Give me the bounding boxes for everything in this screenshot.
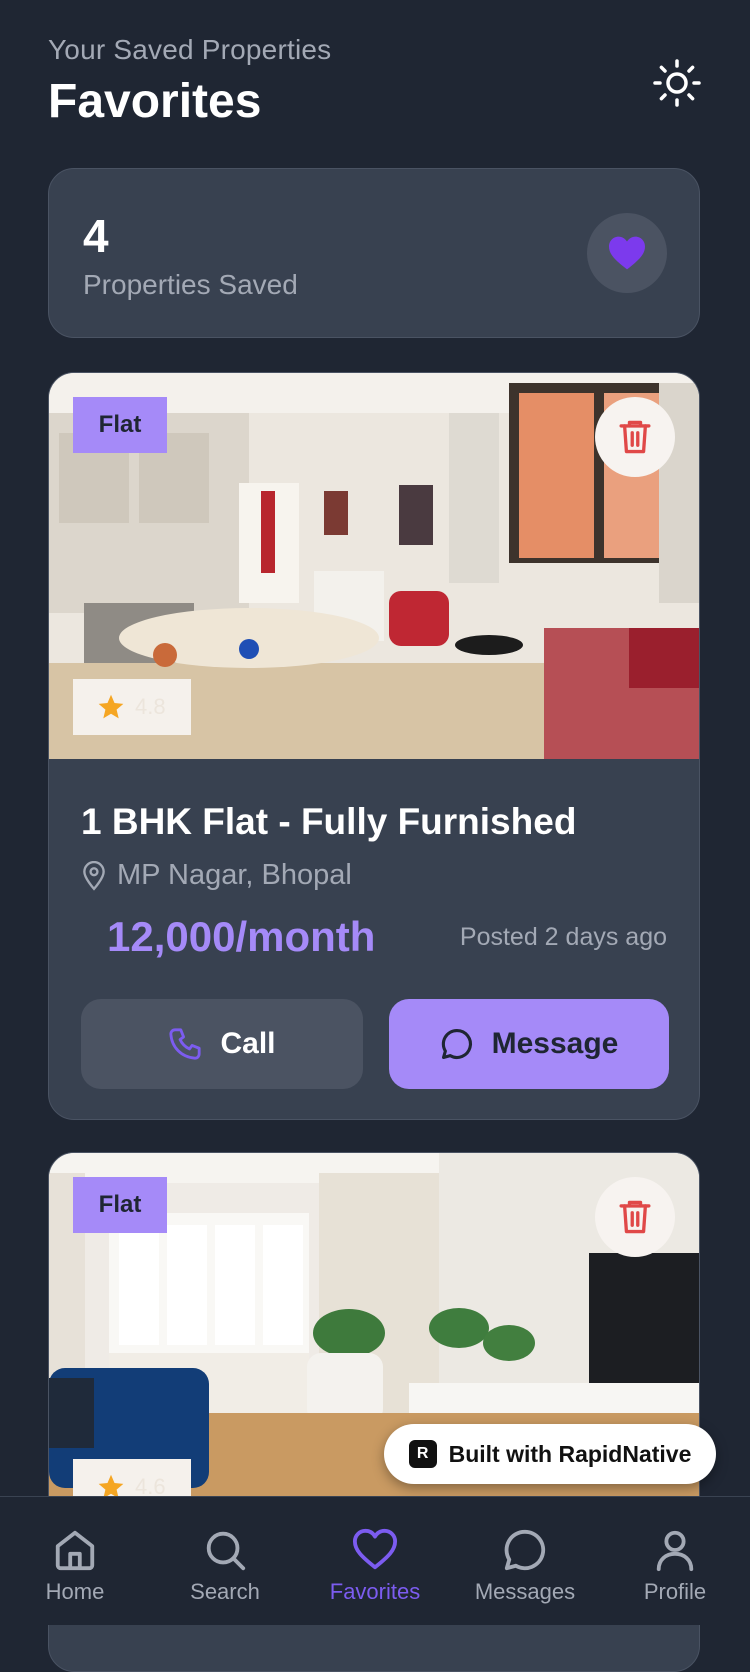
trash-icon — [619, 420, 651, 454]
property-photo[interactable]: Flat 4.8 — [49, 373, 699, 759]
saved-count: 4 — [83, 210, 109, 262]
delete-favorite-button[interactable] — [595, 397, 675, 477]
property-title: 1 BHK Flat - Fully Furnished — [81, 801, 577, 842]
property-type-tag: Flat — [73, 397, 167, 453]
tab-profile[interactable]: Profile — [615, 1527, 735, 1605]
built-with-label: Built with RapidNative — [448, 1440, 692, 1467]
tab-favorites[interactable]: Favorites — [315, 1527, 435, 1605]
summary-heart-badge — [587, 213, 667, 293]
message-icon — [504, 1529, 546, 1571]
header: Your Saved Properties Favorites — [48, 34, 702, 129]
page-subtitle: Your Saved Properties — [48, 34, 332, 65]
rapidnative-logo-icon: R — [408, 1440, 437, 1468]
property-price: 12,000/month — [107, 913, 376, 960]
saved-count-label: Properties Saved — [83, 269, 298, 300]
message-button[interactable]: Message — [389, 999, 669, 1089]
property-card[interactable]: Flat 4.8 1 BHK Flat - Fully Furnished MP… — [48, 372, 700, 1120]
user-icon — [656, 1530, 694, 1572]
rating-value: 4.8 — [135, 694, 166, 719]
home-icon — [55, 1530, 95, 1571]
message-icon — [441, 1028, 472, 1060]
heart-icon — [609, 236, 645, 270]
tab-label: Favorites — [329, 1579, 421, 1604]
star-icon — [98, 694, 124, 719]
bottom-tab-bar: Home Search Favorites Messages Profile — [0, 1496, 750, 1625]
delete-favorite-button[interactable] — [595, 1177, 675, 1257]
page-title: Favorites — [48, 75, 262, 128]
trash-icon — [619, 1200, 651, 1234]
property-location: MP Nagar, Bhopal — [81, 859, 352, 892]
tab-label: Profile — [643, 1579, 707, 1604]
tab-search[interactable]: Search — [165, 1527, 285, 1605]
message-button-label: Message — [491, 1027, 619, 1060]
sun-icon — [653, 59, 701, 107]
tab-label: Search — [190, 1579, 260, 1604]
search-icon — [206, 1531, 246, 1571]
location-text: MP Nagar, Bhopal — [117, 859, 352, 891]
built-with-badge[interactable]: R Built with RapidNative — [384, 1424, 716, 1484]
property-type-tag: Flat — [73, 1177, 167, 1233]
saved-summary-card: 4 Properties Saved — [48, 168, 700, 338]
rating-badge: 4.8 — [73, 679, 191, 735]
posted-time: Posted 2 days ago — [459, 923, 667, 951]
tab-messages[interactable]: Messages — [465, 1527, 585, 1605]
call-button[interactable]: Call — [81, 999, 363, 1089]
phone-icon — [169, 1028, 202, 1060]
theme-toggle-button[interactable] — [652, 58, 702, 108]
call-button-label: Call — [220, 1027, 276, 1060]
tab-label: Home — [45, 1579, 105, 1604]
location-pin-icon — [83, 860, 105, 891]
tab-label: Messages — [474, 1579, 576, 1604]
heart-icon — [352, 1528, 398, 1570]
tab-home[interactable]: Home — [15, 1527, 135, 1605]
